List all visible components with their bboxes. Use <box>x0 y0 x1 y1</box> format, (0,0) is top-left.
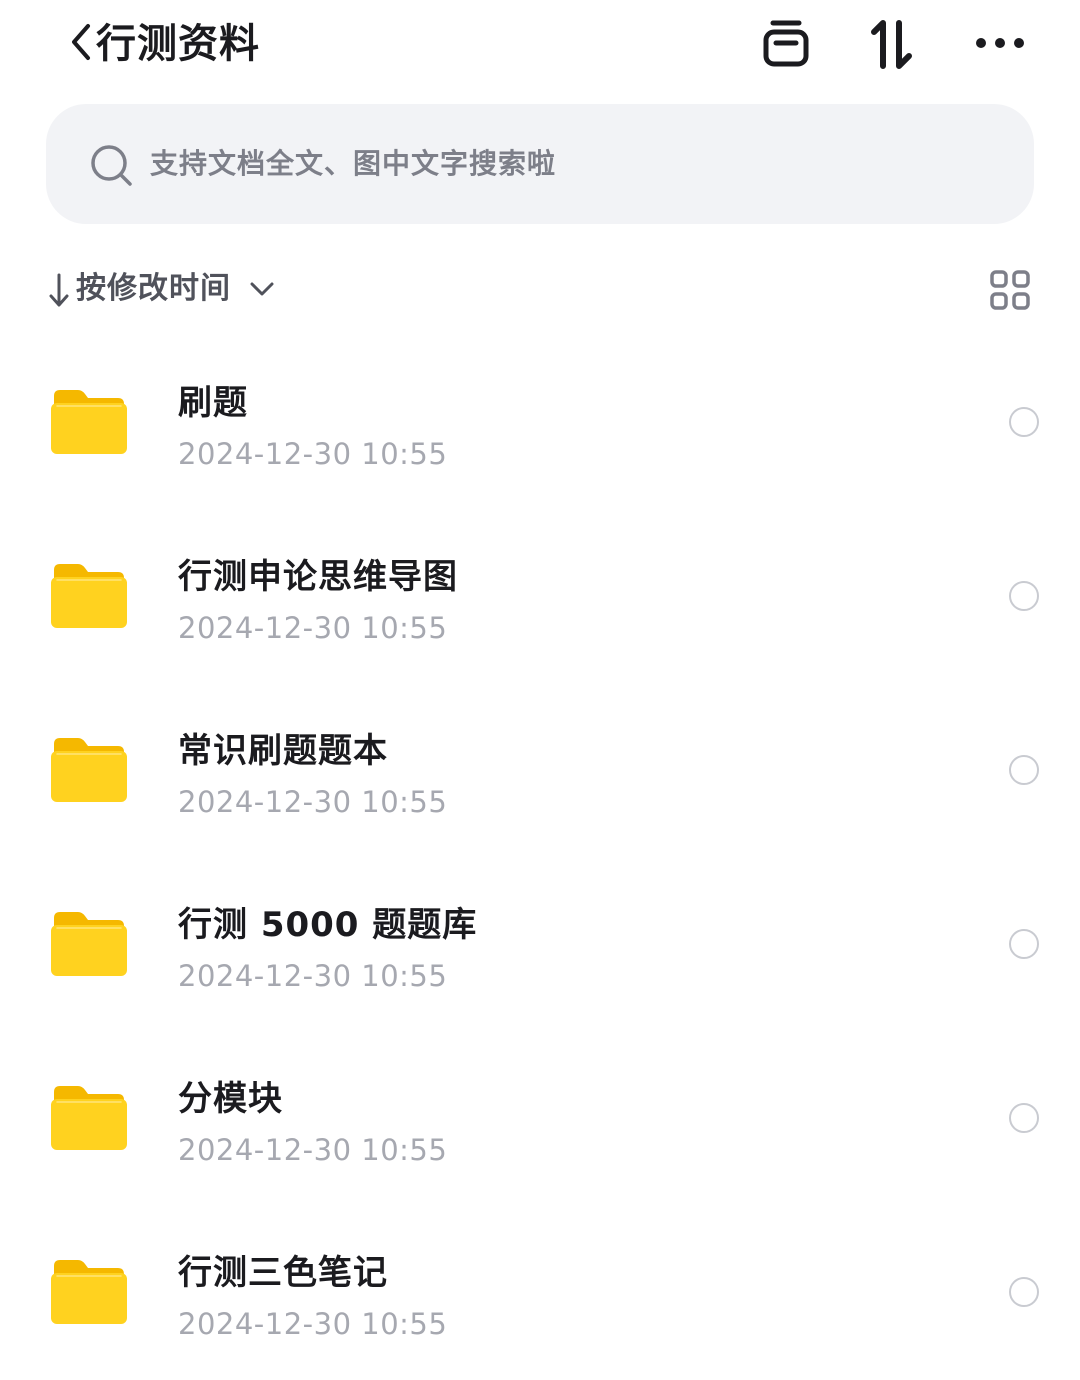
folder-icon <box>51 912 127 976</box>
select-checkbox[interactable] <box>1009 929 1039 959</box>
list-item[interactable]: 分模块 2024-12-30 10:55 <box>0 1032 1080 1206</box>
more-options-button[interactable] <box>970 14 1030 74</box>
sort-label: 按修改时间 <box>76 271 231 306</box>
sort-dropdown[interactable]: 按修改时间 <box>44 262 284 316</box>
file-name: 常识刷题题本 <box>178 731 388 771</box>
archive-box-icon <box>763 20 809 67</box>
chevron-down-icon <box>250 282 274 296</box>
list-item[interactable]: 行测申论思维导图 2024-12-30 10:55 <box>0 510 1080 684</box>
file-name: 行测 5000 题题库 <box>178 905 478 945</box>
folder-icon <box>51 564 127 628</box>
folder-icon <box>51 390 127 454</box>
folder-icon <box>51 1260 127 1324</box>
view-toggle-button[interactable] <box>986 266 1034 314</box>
select-checkbox[interactable] <box>1009 1103 1039 1133</box>
sort-arrows-icon <box>871 20 912 69</box>
file-name: 行测三色笔记 <box>178 1253 388 1293</box>
top-navigation-bar: 行测资料 <box>0 0 1080 92</box>
select-checkbox[interactable] <box>1009 407 1039 437</box>
grid-view-icon <box>990 270 1030 310</box>
chevron-left-icon <box>72 24 90 60</box>
list-item[interactable]: 常识刷题题本 2024-12-30 10:55 <box>0 684 1080 858</box>
file-modified-date: 2024-12-30 10:55 <box>178 785 448 819</box>
search-icon <box>88 142 134 188</box>
folder-icon <box>51 1086 127 1150</box>
select-checkbox[interactable] <box>1009 1277 1039 1307</box>
file-modified-date: 2024-12-30 10:55 <box>178 959 448 993</box>
arrow-down-icon <box>49 273 69 307</box>
file-modified-date: 2024-12-30 10:55 <box>178 1133 448 1167</box>
file-name: 分模块 <box>178 1079 283 1119</box>
file-list: 刷题 2024-12-30 10:55 行测申论思维导图 2024-12-30 … <box>0 336 1080 1380</box>
file-modified-date: 2024-12-30 10:55 <box>178 1307 448 1341</box>
select-checkbox[interactable] <box>1009 755 1039 785</box>
search-placeholder: 支持文档全文、图中文字搜索啦 <box>150 147 557 180</box>
list-item[interactable]: 行测 5000 题题库 2024-12-30 10:55 <box>0 858 1080 1032</box>
archive-button[interactable] <box>756 14 816 74</box>
file-name: 刷题 <box>178 383 248 423</box>
file-modified-date: 2024-12-30 10:55 <box>178 437 448 471</box>
list-item[interactable]: 刷题 2024-12-30 10:55 <box>0 336 1080 510</box>
folder-icon <box>51 738 127 802</box>
more-dots-icon <box>976 38 1024 48</box>
sort-order-button[interactable] <box>862 14 922 74</box>
file-name: 行测申论思维导图 <box>178 557 458 597</box>
select-checkbox[interactable] <box>1009 581 1039 611</box>
back-button[interactable] <box>64 20 100 64</box>
file-modified-date: 2024-12-30 10:55 <box>178 611 448 645</box>
page-title: 行测资料 <box>96 21 260 67</box>
list-item[interactable]: 行测三色笔记 2024-12-30 10:55 <box>0 1206 1080 1380</box>
